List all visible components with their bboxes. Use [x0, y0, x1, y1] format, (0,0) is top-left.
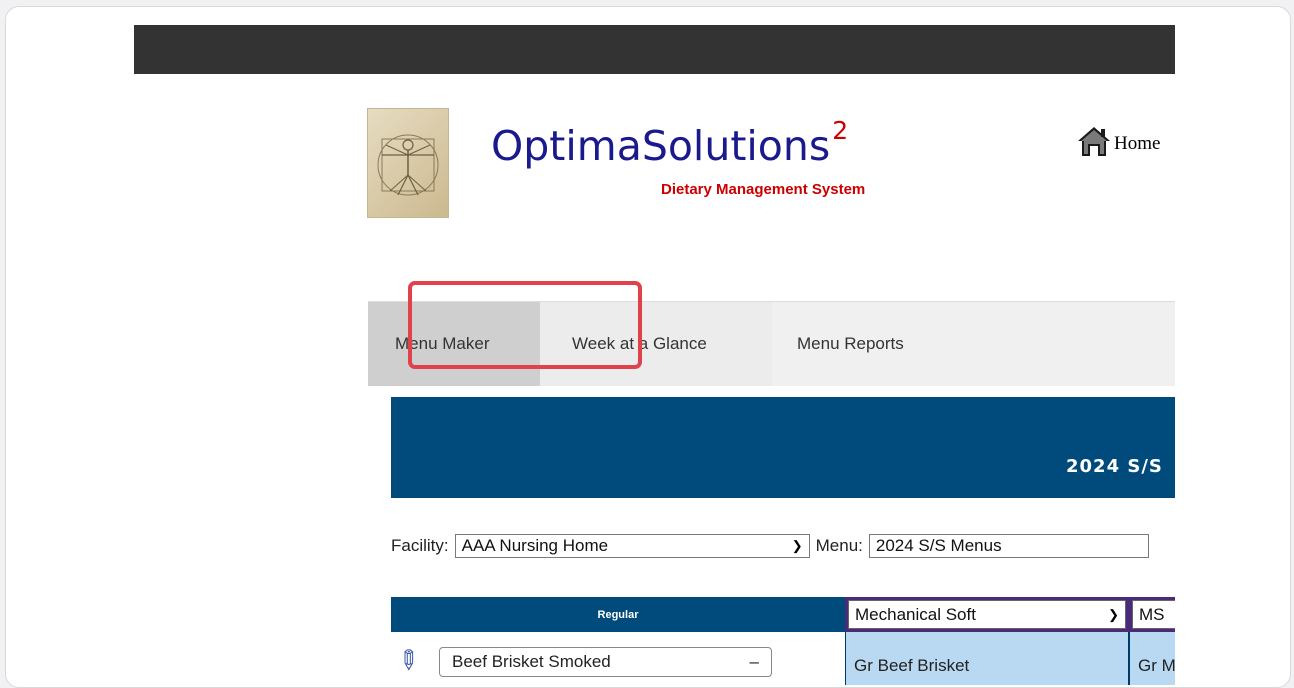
column-select-ms: MS	[1129, 597, 1175, 632]
vitruvian-logo-image	[367, 108, 449, 218]
facility-select[interactable]: AAA Nursing Home ❯	[454, 534, 810, 558]
brand-tagline: Dietary Management System	[661, 181, 866, 198]
home-link[interactable]: Home	[1076, 124, 1160, 164]
chevron-down-icon: ❯	[791, 538, 803, 553]
chevron-down-icon: ❯	[1108, 606, 1119, 622]
column-select-mechanical-soft: Mechanical Soft ❯	[845, 597, 1129, 632]
screenshot-card: OptimaSolutions2 Dietary Management Syst…	[5, 6, 1291, 688]
dish-value: Beef Brisket Smoked	[452, 652, 611, 671]
tab-menu-reports[interactable]: Menu Reports	[772, 302, 972, 386]
dropdown-dash-icon: –	[749, 652, 759, 671]
menu-label: Menu:	[815, 536, 863, 555]
banner-title: 2024 S/S	[1066, 456, 1163, 477]
top-bar	[134, 25, 1175, 74]
home-icon	[1076, 124, 1112, 164]
home-label: Home	[1114, 133, 1161, 154]
facility-label: Facility:	[391, 536, 449, 555]
diet-select-value: Mechanical Soft	[855, 604, 976, 624]
brand-name: OptimaSolutions2	[491, 116, 848, 170]
filter-row: Facility: AAA Nursing Home ❯ Menu: 2024 …	[391, 533, 1149, 559]
browser-viewport: OptimaSolutions2 Dietary Management Syst…	[134, 25, 1175, 685]
dish-select[interactable]: Beef Brisket Smoked –	[439, 647, 772, 677]
diet-select-mechanical-soft[interactable]: Mechanical Soft ❯	[848, 600, 1126, 629]
menu-select[interactable]: 2024 S/S Menus	[868, 534, 1149, 558]
menu-value: 2024 S/S Menus	[875, 536, 1002, 555]
highlight-box	[408, 281, 642, 369]
brand-name-text: OptimaSolutions	[491, 122, 831, 170]
diet-select-ms[interactable]: MS	[1132, 600, 1175, 629]
cell-ms: Gr M	[1129, 632, 1175, 685]
facility-value: AAA Nursing Home	[461, 536, 609, 555]
brand-superscript: 2	[832, 116, 849, 146]
cell-mechanical-soft: Gr Beef Brisket	[845, 632, 1129, 685]
diet-select-value: MS	[1139, 604, 1165, 624]
pencil-icon[interactable]: ✎	[389, 642, 427, 679]
column-header-regular: Regular	[391, 597, 845, 632]
menu-banner: 2024 S/S	[391, 397, 1175, 498]
